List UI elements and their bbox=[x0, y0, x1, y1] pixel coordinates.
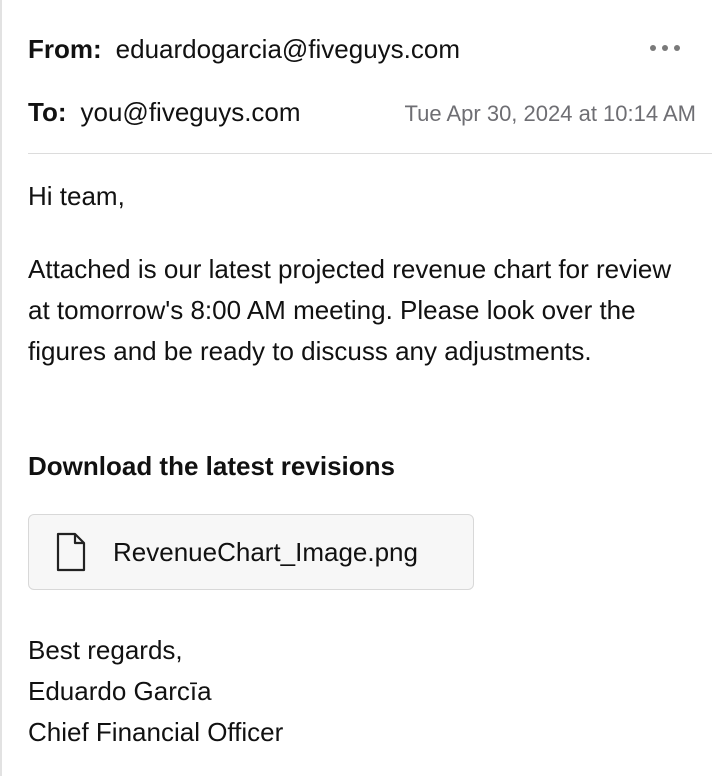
more-horizontal-icon-dot bbox=[662, 45, 668, 51]
to-address[interactable]: you@fiveguys.com bbox=[81, 96, 301, 128]
more-options-button[interactable] bbox=[650, 38, 680, 58]
signature-closing: Best regards, bbox=[28, 635, 183, 665]
to-row: To: you@fiveguys.com Tue Apr 30, 2024 at… bbox=[28, 96, 696, 130]
from-row: From: eduardogarcia@fiveguys.com bbox=[28, 33, 460, 65]
from-address[interactable]: eduardogarcia@fiveguys.com bbox=[116, 33, 460, 65]
more-horizontal-icon-dot bbox=[674, 45, 680, 51]
message-paragraph: Attached is our latest projected revenue… bbox=[28, 254, 672, 366]
header-divider bbox=[28, 153, 712, 154]
attachment-card[interactable]: RevenueChart_Image.png bbox=[28, 514, 474, 590]
from-label: From: bbox=[28, 34, 102, 64]
sent-date: Tue Apr 30, 2024 at 10:14 AM bbox=[404, 101, 697, 126]
signature-block: Best regards, Eduardo Garcīa Chief Finan… bbox=[28, 630, 283, 753]
more-horizontal-icon bbox=[650, 45, 656, 51]
download-heading: Download the latest revisions bbox=[28, 451, 395, 481]
greeting: Hi team, bbox=[28, 181, 125, 211]
window-left-border bbox=[0, 0, 2, 776]
signature-title: Chief Financial Officer bbox=[28, 717, 284, 747]
attachment-file-name: RevenueChart_Image.png bbox=[113, 536, 418, 567]
document-icon bbox=[55, 532, 87, 572]
signature-name: Eduardo Garcīa bbox=[28, 676, 212, 706]
to-label: To: bbox=[28, 97, 67, 127]
